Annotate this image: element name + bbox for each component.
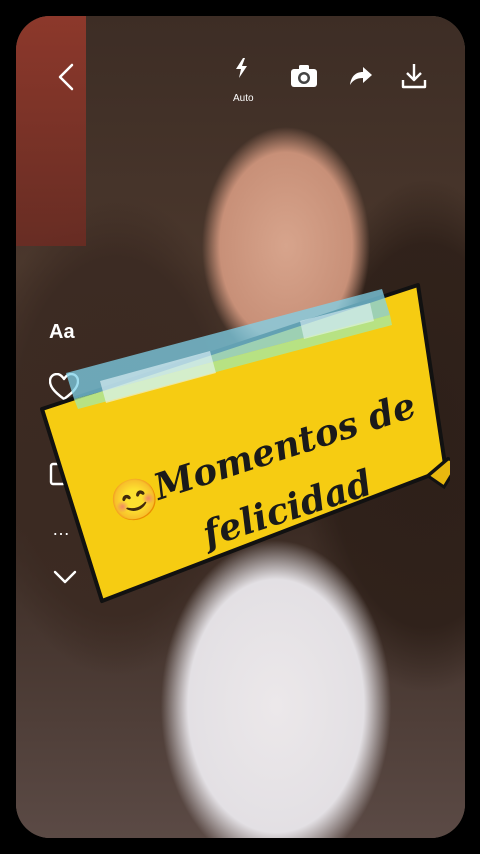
share-icon[interactable] xyxy=(349,64,373,88)
back-icon[interactable] xyxy=(56,62,78,92)
top-toolbar: Auto xyxy=(16,16,465,126)
flash-mode-label: Auto xyxy=(233,93,254,104)
sticker-note[interactable]: 😊 Momentos de felicidad xyxy=(40,281,450,606)
flash-icon[interactable] xyxy=(229,58,255,78)
camera-icon[interactable] xyxy=(290,64,318,88)
download-icon[interactable] xyxy=(401,62,427,90)
